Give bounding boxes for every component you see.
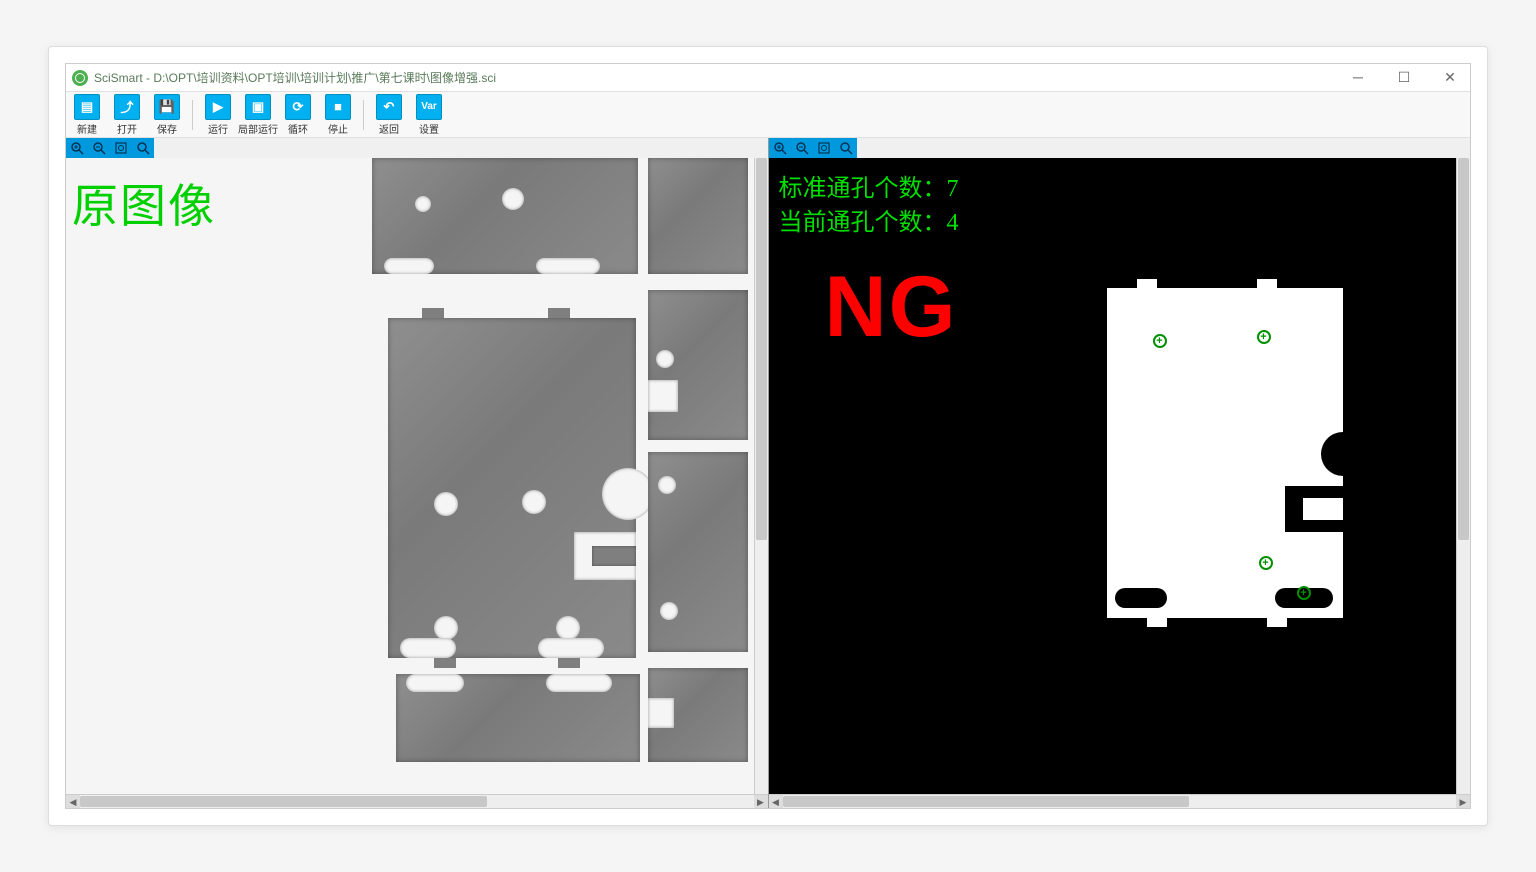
zoom-out-button[interactable] (791, 138, 813, 158)
machined-part (648, 158, 748, 274)
toolbar-run[interactable]: ▶ 运行 (201, 94, 235, 136)
hole-marker (1153, 334, 1167, 348)
new-file-icon: ▤ (74, 94, 100, 120)
toolbar-separator (363, 100, 364, 130)
left-zoom-bar (66, 138, 154, 158)
machined-part-main (388, 318, 636, 658)
hole-marker (1297, 586, 1311, 600)
left-canvas-wrap[interactable]: 原图像 (66, 158, 768, 794)
main-toolbar: ▤ 新建 ⤴ 打开 💾 保存 ▶ 运行 ▣ 局部运行 ⟳ 循环 ■ 停止 (66, 92, 1470, 138)
right-scrollbar-horizontal[interactable]: ◀ ▶ (769, 794, 1471, 808)
save-icon: 💾 (154, 94, 180, 120)
standard-holes-label: 标准通孔个数： (779, 176, 947, 202)
step-run-icon: ▣ (245, 94, 271, 120)
stop-icon: ■ (325, 94, 351, 120)
toolbar-separator (192, 100, 193, 130)
zoom-in-button[interactable] (769, 138, 791, 158)
toolbar-open[interactable]: ⤴ 打开 (110, 94, 144, 136)
zoom-out-button[interactable] (88, 138, 110, 158)
close-button[interactable]: ✕ (1436, 69, 1464, 86)
content-area: 原图像 ◀ ▶ (66, 138, 1470, 808)
right-panel-header (769, 138, 1471, 158)
toolbar-label: 停止 (328, 121, 348, 136)
back-icon: ↶ (376, 94, 402, 120)
toolbar-loop[interactable]: ⟳ 循环 (281, 94, 315, 136)
toolbar-label: 运行 (208, 121, 228, 136)
play-icon: ▶ (205, 94, 231, 120)
machined-part (396, 674, 640, 762)
original-image-canvas: 原图像 (66, 158, 768, 794)
standard-holes-text: 标准通孔个数：7 (779, 168, 959, 203)
right-canvas-wrap[interactable]: 标准通孔个数：7 当前通孔个数：4 NG (769, 158, 1471, 794)
toolbar-label: 保存 (157, 121, 177, 136)
toolbar-back[interactable]: ↶ 返回 (372, 94, 406, 136)
left-scrollbar-vertical[interactable] (754, 158, 768, 794)
current-holes-text: 当前通孔个数：4 (779, 202, 959, 237)
processed-image-canvas: 标准通孔个数：7 当前通孔个数：4 NG (769, 158, 1471, 794)
title-bar: SciSmart - D:\OPT\培训资料\OPT培训\培训计划\推广\第七课… (66, 64, 1470, 92)
maximize-button[interactable]: ☐ (1390, 69, 1418, 86)
app-window: SciSmart - D:\OPT\培训资料\OPT培训\培训计划\推广\第七课… (65, 63, 1471, 809)
toolbar-label: 设置 (419, 121, 439, 136)
toolbar-step-run[interactable]: ▣ 局部运行 (241, 94, 275, 136)
toolbar-settings[interactable]: Var 设置 (412, 94, 446, 136)
left-scrollbar-horizontal[interactable]: ◀ ▶ (66, 794, 768, 808)
current-holes-value: 4 (947, 210, 959, 236)
loop-icon: ⟳ (285, 94, 311, 120)
var-icon: Var (416, 94, 442, 120)
toolbar-label: 循环 (288, 121, 308, 136)
zoom-fit-button[interactable] (110, 138, 132, 158)
toolbar-new[interactable]: ▤ 新建 (70, 94, 104, 136)
original-image-label: 原图像 (72, 170, 216, 236)
window-title: SciSmart - D:\OPT\培训资料\OPT培训\培训计划\推广\第七课… (94, 69, 496, 86)
right-zoom-bar (769, 138, 857, 158)
result-status: NG (825, 258, 958, 357)
left-panel-header (66, 138, 768, 158)
toolbar-stop[interactable]: ■ 停止 (321, 94, 355, 136)
machined-part (648, 452, 748, 652)
zoom-reset-button[interactable] (835, 138, 857, 158)
window-controls: ─ ☐ ✕ (1344, 69, 1464, 86)
zoom-in-button[interactable] (66, 138, 88, 158)
outer-frame: SciSmart - D:\OPT\培训资料\OPT培训\培训计划\推广\第七课… (48, 46, 1488, 826)
toolbar-label: 新建 (77, 121, 97, 136)
hole-marker (1259, 556, 1273, 570)
right-panel: 标准通孔个数：7 当前通孔个数：4 NG (769, 138, 1471, 808)
app-icon (72, 70, 88, 86)
minimize-button[interactable]: ─ (1344, 69, 1372, 86)
left-panel: 原图像 ◀ ▶ (66, 138, 769, 808)
toolbar-label: 返回 (379, 121, 399, 136)
hole-marker (1257, 330, 1271, 344)
toolbar-label: 打开 (117, 121, 137, 136)
toolbar-label: 局部运行 (238, 121, 278, 136)
binary-blob (1107, 288, 1343, 618)
open-file-icon: ⤴ (114, 94, 140, 120)
current-holes-label: 当前通孔个数： (779, 210, 947, 236)
machined-part (648, 290, 748, 440)
zoom-reset-button[interactable] (132, 138, 154, 158)
toolbar-save[interactable]: 💾 保存 (150, 94, 184, 136)
machined-part (648, 668, 748, 762)
machined-part (372, 158, 638, 274)
standard-holes-value: 7 (947, 176, 959, 202)
right-scrollbar-vertical[interactable] (1456, 158, 1470, 794)
zoom-fit-button[interactable] (813, 138, 835, 158)
